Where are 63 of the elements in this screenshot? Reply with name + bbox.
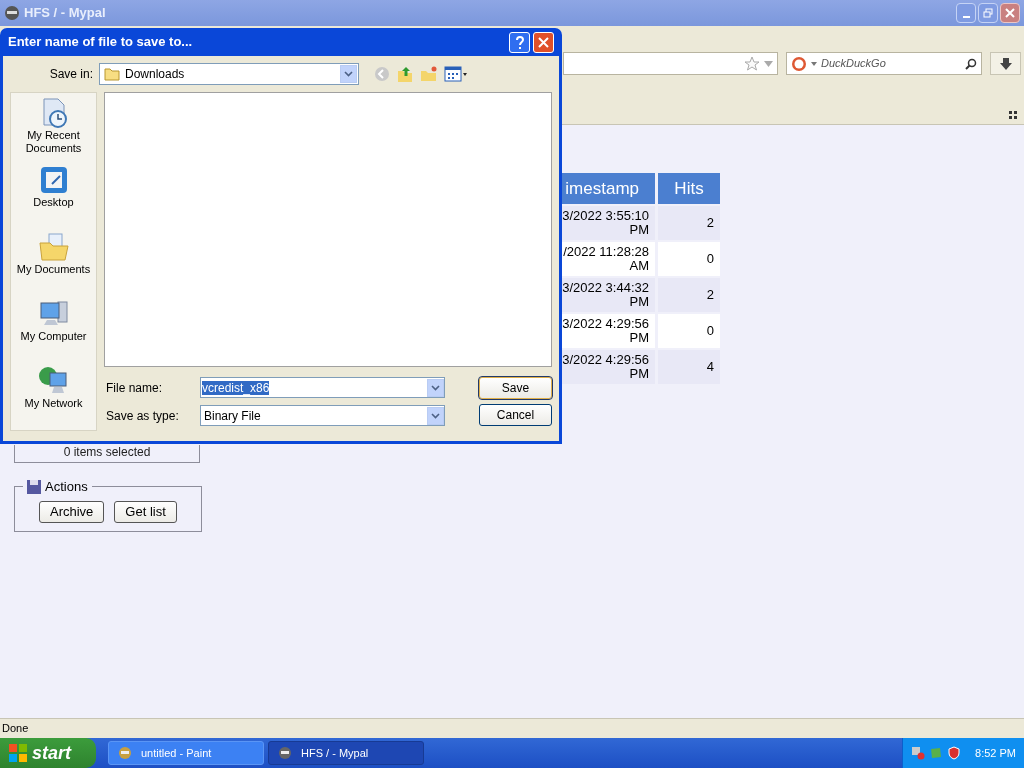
taskbar-button[interactable]: HFS / - Mypal [268,741,424,765]
save-in-dropdown[interactable]: Downloads [99,63,359,85]
download-button[interactable] [990,52,1021,75]
action-button[interactable]: Get list [114,500,177,523]
places-item[interactable]: Desktop [11,164,96,227]
file-name-field[interactable]: vcredist_x86 [200,377,445,398]
save-in-label: Save in: [48,66,94,83]
question-mark-icon [514,35,525,49]
dialog-button[interactable]: Save [479,377,552,399]
restore-icon [983,8,993,18]
down-arrow-icon [998,56,1013,71]
folder-icon [104,67,120,81]
help-button[interactable] [509,31,530,53]
window-title: HFS / - Mypal [24,4,106,23]
close-icon [1005,8,1015,18]
table-cell: 0 [658,314,720,348]
actions-title: Actions [45,478,88,496]
dialog-button[interactable]: Cancel [479,404,552,426]
action-button[interactable]: Archive [39,500,105,523]
places-item[interactable]: My Network [11,365,96,428]
address-field[interactable] [563,52,778,75]
selection-count: 0 items selected [63,445,151,459]
table-cell: 0 [658,242,720,276]
taskbar-button[interactable]: untitled - Paint [108,741,264,765]
save-as-type-label: Save as type: [105,407,180,425]
table-cell: 3/2022 4:29:56 PM [562,314,655,348]
app-icon [277,745,293,761]
grid-icon[interactable] [1009,111,1017,119]
table-cell: /2022 11:28:28 AM [562,242,655,276]
folder-icon [37,231,70,263]
view-menu-icon[interactable] [444,66,468,82]
save-as-type-dropdown[interactable]: Binary File [200,405,445,426]
table-cell: 2 [658,278,720,312]
table-cell: 3/2022 4:29:56 PM [562,350,655,384]
search-input[interactable]: DuckDuckGo [821,55,961,72]
new-folder-icon[interactable] [420,65,438,83]
windows-flag-icon [8,743,28,763]
dropdown-arrow-icon[interactable] [764,60,773,67]
close-icon [538,36,549,48]
dialog-title: Enter name of file to save to... [8,33,194,52]
file-name-label: File name: [105,379,164,397]
app-icon [117,745,133,761]
places-item[interactable]: My Documents [11,231,96,294]
restore-button[interactable] [978,3,998,23]
column-header[interactable]: imestamp [562,173,655,204]
table-cell: 3/2022 3:55:10 PM [562,206,655,240]
status-text: Done [2,721,29,737]
dropdown-arrow-icon[interactable] [811,61,817,66]
minimize-button[interactable] [956,3,976,23]
up-folder-icon[interactable] [396,65,414,83]
search-field[interactable]: DuckDuckGo [786,52,982,75]
shield-icon[interactable] [947,746,961,760]
table-cell: 4 [658,350,720,384]
star-icon[interactable] [744,55,760,72]
clock: 8:52 PM [975,745,1016,761]
places-item[interactable]: My Computer [11,298,96,361]
close-button[interactable] [1000,3,1020,23]
table-cell: 3/2022 3:44:32 PM [562,278,655,312]
table-cell: 2 [658,206,720,240]
start-button[interactable]: start [0,738,96,768]
column-header[interactable]: Hits [658,173,720,204]
places-item[interactable]: My Recent Documents [11,97,96,160]
search-icon[interactable] [965,57,977,70]
